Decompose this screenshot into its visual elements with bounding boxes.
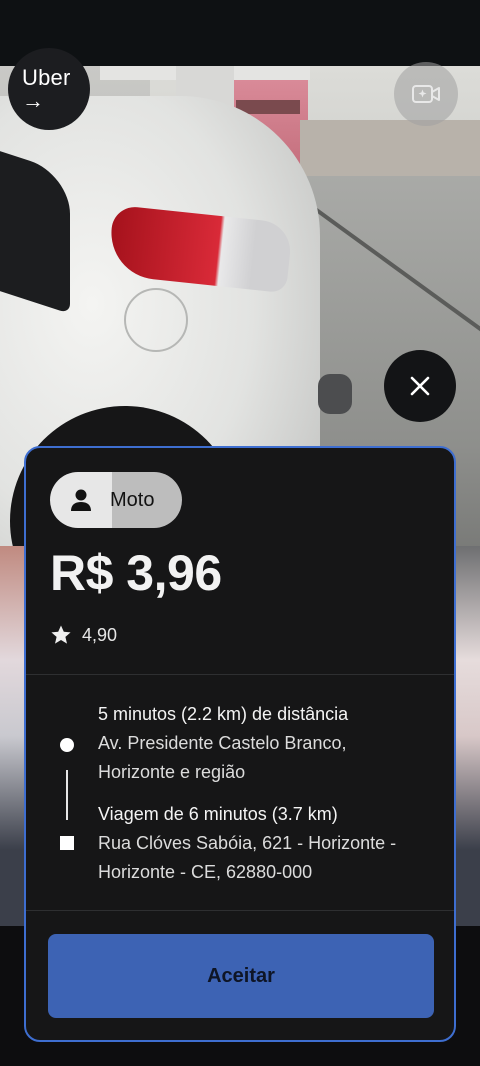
product-type-pill: Moto [50,472,182,528]
trip-offer-card: Moto R$ 3,96 4,90 5 minutos (2.2 km) de … [24,446,456,1042]
divider [26,674,454,675]
fare-price: R$ 3,96 [50,545,222,601]
trip-duration: Viagem de 6 minutos (3.7 km) [98,804,338,824]
pickup-dot-icon [60,738,74,752]
pickup-info: 5 minutos (2.2 km) de distância Av. Pres… [98,700,438,787]
uber-logo-text: Uber [22,65,71,90]
star-icon [51,625,71,644]
dropoff-address-line1: Rua Clóves Sabóia, 621 - Horizonte - [98,833,397,853]
uber-logo-badge: Uber → [8,48,90,130]
product-name: Moto [110,488,155,511]
dropoff-info: Viagem de 6 minutos (3.7 km) Rua Clóves … [98,800,438,887]
video-camera-sparkle-icon [412,85,440,103]
tow-hitch [318,374,352,414]
close-icon [410,376,430,396]
route-line [66,770,68,820]
pickup-address-line1: Av. Presidente Castelo Branco, [98,733,347,753]
close-button[interactable] [384,350,456,422]
pickup-address-line2: Horizonte e região [98,762,246,782]
pickup-eta: 5 minutos (2.2 km) de distância [98,704,349,724]
video-camera-button[interactable] [394,62,458,126]
arrow-right-icon: → [22,88,44,113]
rider-icon-area [50,472,112,528]
accept-button[interactable]: Aceitar [48,934,434,1018]
rating-value: 4,90 [82,624,118,645]
background-app-edge [454,546,480,926]
dropoff-square-icon [60,836,74,850]
rider-rating: 4,90 [50,624,117,646]
background-building [300,120,480,180]
divider [26,910,454,911]
person-icon [71,489,91,511]
dropoff-address-line2: Horizonte - CE, 62880-000 [98,862,313,882]
car-fuel-cap [124,288,188,352]
product-label-area: Moto [110,472,182,528]
accept-button-label: Aceitar [207,964,275,987]
